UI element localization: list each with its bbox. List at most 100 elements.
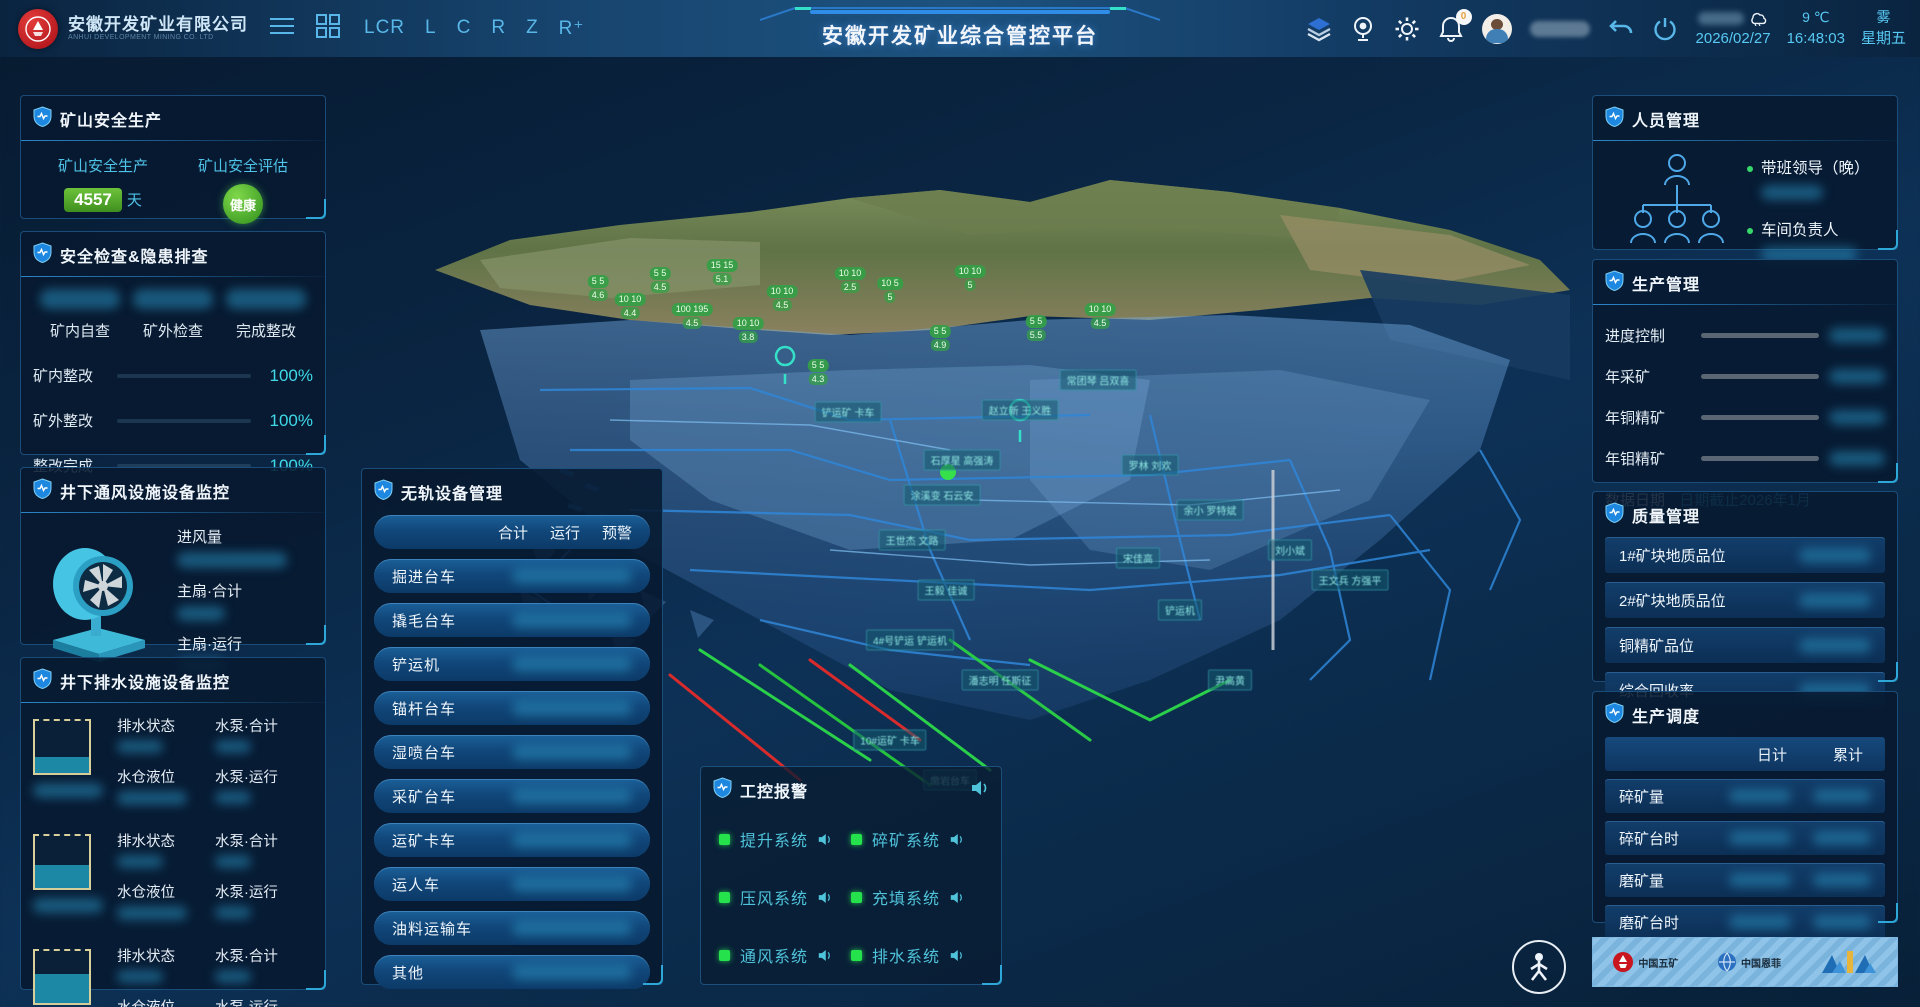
alarm-system-label: 提升系统 xyxy=(740,827,808,851)
trackless-equipment-row[interactable]: 撬毛台车 xyxy=(374,603,650,637)
menu-icon[interactable] xyxy=(270,17,294,40)
map-value-badge[interactable]: 5 5 4.5 xyxy=(650,267,671,293)
layers-icon[interactable] xyxy=(1306,16,1332,42)
vent-row-label: 主扇·合计 xyxy=(177,583,287,601)
map-label[interactable]: 涂溪变 石云安 xyxy=(904,485,981,506)
col-alert: 预警 xyxy=(602,522,632,543)
badge-top-value: 5 5 xyxy=(1026,315,1047,328)
power-icon[interactable] xyxy=(1652,16,1678,42)
quality-row[interactable]: 铜精矿品位 xyxy=(1605,627,1885,663)
trackless-equipment-row[interactable]: 其他 xyxy=(374,955,650,989)
col-total: 合计 xyxy=(498,522,528,543)
speaker-icon[interactable] xyxy=(818,833,832,846)
dispatch-label: 碎矿台时 xyxy=(1619,828,1679,849)
ventilation-fan-graphic xyxy=(33,536,163,664)
map-value-badge[interactable]: 10 5 5 xyxy=(877,277,903,303)
notification-bell-icon[interactable]: 0 xyxy=(1438,16,1464,42)
alarm-system-item[interactable]: 通风系统 xyxy=(719,943,851,967)
map-value-badge[interactable]: 10 10 4.5 xyxy=(767,285,798,311)
shield-icon xyxy=(33,668,52,694)
map-label[interactable]: 尹高黄 xyxy=(1208,670,1252,691)
speaker-icon[interactable] xyxy=(950,833,964,846)
grid-layout-icon[interactable] xyxy=(316,14,340,43)
trackless-equipment-row[interactable]: 湿喷台车 xyxy=(374,735,650,769)
alarm-system-item[interactable]: 碎矿系统 xyxy=(851,827,983,851)
trackless-equipment-row[interactable]: 运人车 xyxy=(374,867,650,901)
trackless-equipment-row[interactable]: 铲运机 xyxy=(374,647,650,681)
badge-top-value: 10 10 xyxy=(1085,303,1116,316)
alarm-system-item[interactable]: 充填系统 xyxy=(851,885,983,909)
map-label[interactable]: 余小 罗特斌 xyxy=(1177,500,1244,521)
trackless-equipment-row[interactable]: 掘进台车 xyxy=(374,559,650,593)
map-value-badge[interactable]: 5 5 4.9 xyxy=(930,325,951,351)
map-label[interactable]: 王毅 佳诚 xyxy=(918,580,975,601)
company-name: 安徽开发矿业有限公司 xyxy=(68,15,248,35)
map-value-badge[interactable]: 10 10 4.4 xyxy=(615,293,646,319)
map-label[interactable]: 石厚星 高强涛 xyxy=(924,450,1001,471)
company-name-en: ANHUI DEVELOPMENT MINING CO. LTD xyxy=(68,34,248,42)
redacted-value xyxy=(1799,638,1871,653)
redacted-values xyxy=(512,832,632,848)
trackless-equipment-row[interactable]: 锚杆台车 xyxy=(374,691,650,725)
dispatch-row[interactable]: 磨矿台时 xyxy=(1605,905,1885,939)
quality-row[interactable]: 1#矿块地质品位 xyxy=(1605,537,1885,573)
view-btn-z[interactable]: Z xyxy=(526,17,539,40)
map-value-badge[interactable]: 100 195 4.5 xyxy=(672,303,713,329)
speaker-icon[interactable] xyxy=(950,891,964,904)
map-value-badge[interactable]: 10 10 2.5 xyxy=(835,267,866,293)
dispatch-row[interactable]: 碎矿量 xyxy=(1605,779,1885,813)
status-green-indicator xyxy=(851,834,862,845)
map-value-badge[interactable]: 10 10 3.8 xyxy=(733,317,764,343)
trackless-equipment-row[interactable]: 运矿卡车 xyxy=(374,823,650,857)
speaker-icon[interactable] xyxy=(818,891,832,904)
green-dot xyxy=(1747,228,1753,234)
quality-row[interactable]: 2#矿块地质品位 xyxy=(1605,582,1885,618)
alarm-system-item[interactable]: 排水系统 xyxy=(851,943,983,967)
trackless-equipment-row[interactable]: 油料运输车 xyxy=(374,911,650,945)
map-value-badge[interactable]: 5 5 4.6 xyxy=(588,275,609,301)
dispatch-row[interactable]: 碎矿台时 xyxy=(1605,821,1885,855)
map-value-badge[interactable]: 5 5 4.3 xyxy=(808,359,829,385)
dispatch-row[interactable]: 磨矿量 xyxy=(1605,863,1885,897)
view-btn-r[interactable]: R xyxy=(491,17,506,40)
speaker-icon[interactable] xyxy=(971,780,989,801)
settings-gear-icon[interactable] xyxy=(1394,16,1420,42)
user-name-redacted xyxy=(1530,21,1590,37)
user-avatar[interactable] xyxy=(1482,14,1512,44)
map-label[interactable]: 宋佳高 xyxy=(1116,548,1160,569)
map-label[interactable]: 铲运机 xyxy=(1158,600,1202,621)
map-value-badge[interactable]: 10 10 5 xyxy=(955,265,986,291)
view-btn-l[interactable]: L xyxy=(425,17,437,40)
map-label[interactable]: 常团琴 吕双喜 xyxy=(1060,370,1137,391)
redacted-values xyxy=(512,612,632,628)
view-btn-r-plus[interactable]: R⁺ xyxy=(559,17,585,40)
alarm-system-item[interactable]: 压风系统 xyxy=(719,885,851,909)
map-label[interactable]: 10#运矿 卡车 xyxy=(853,730,926,751)
map-label[interactable]: 潘志明 任斯征 xyxy=(962,670,1039,691)
camera-icon[interactable] xyxy=(1350,16,1376,42)
map-label[interactable]: 王文兵 方强平 xyxy=(1312,570,1389,591)
map-label[interactable]: 赵立新 王义胜 xyxy=(982,400,1059,421)
map-label[interactable]: 罗林 刘欢 xyxy=(1122,455,1179,476)
map-value-badge[interactable]: 15 15 5.1 xyxy=(707,259,738,285)
production-label: 年采矿 xyxy=(1605,366,1691,387)
production-label: 年铜精矿 xyxy=(1605,407,1691,428)
undo-icon[interactable] xyxy=(1608,16,1634,42)
redacted-cumulative-value xyxy=(1813,915,1871,929)
map-value-badge[interactable]: 10 10 4.5 xyxy=(1085,303,1116,329)
speaker-icon[interactable] xyxy=(818,949,832,962)
green-dot xyxy=(1747,166,1753,172)
view-btn-lcr[interactable]: LCR xyxy=(364,17,405,40)
trackless-equipment-row[interactable]: 采矿台车 xyxy=(374,779,650,813)
map-label[interactable]: 刘小斌 xyxy=(1268,540,1312,561)
view-btn-c[interactable]: C xyxy=(457,17,472,40)
map-value-badge[interactable]: 5 5 5.5 xyxy=(1026,315,1047,341)
alarm-system-item[interactable]: 提升系统 xyxy=(719,827,851,851)
pedestrian-mode-button[interactable] xyxy=(1512,940,1566,994)
map-label[interactable]: 铲运矿 卡车 xyxy=(815,402,882,423)
redacted-value xyxy=(215,740,251,753)
map-label[interactable]: 王世杰 文路 xyxy=(879,530,946,551)
progress-track xyxy=(117,374,251,378)
map-label[interactable]: 4#号铲运 铲运机 xyxy=(866,630,954,651)
speaker-icon[interactable] xyxy=(950,949,964,962)
